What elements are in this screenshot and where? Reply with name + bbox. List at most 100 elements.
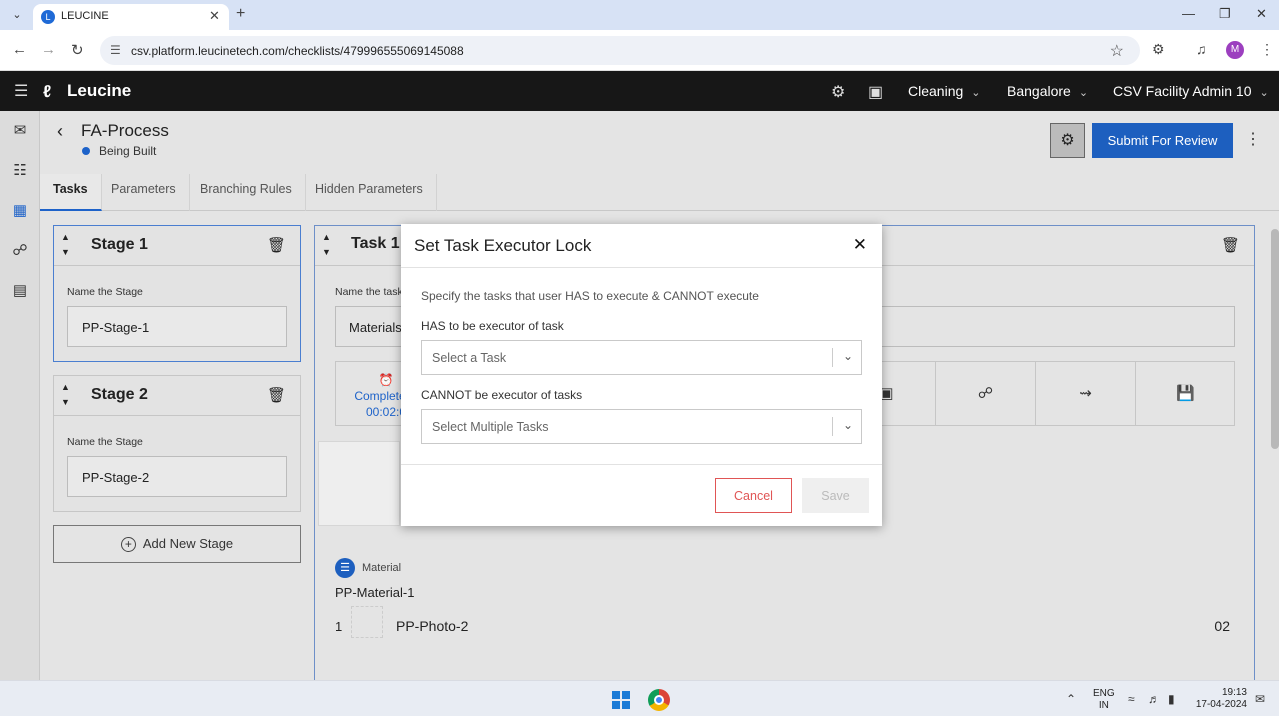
battery-icon[interactable]: ▮	[1168, 692, 1175, 706]
gear-icon: ⚙	[1060, 132, 1075, 149]
delete-trash-icon[interactable]: 🗑	[267, 236, 286, 254]
reorder-arrows-icon[interactable]: ▲ ▼	[322, 230, 331, 260]
leucine-favicon-icon: L	[41, 10, 55, 24]
lang-code: ENG	[1093, 688, 1115, 699]
reports-icon[interactable]: ▤	[10, 281, 30, 301]
chevron-down-icon: ⌄	[1259, 87, 1269, 99]
chevron-down-icon[interactable]: ⌄	[843, 418, 853, 432]
address-bar[interactable]: ☰ csv.platform.leucinetech.com/checklist…	[100, 36, 1140, 65]
ontology-icon[interactable]: ☍	[10, 241, 30, 261]
tab-parameters[interactable]: Parameters	[98, 174, 190, 211]
tab-close-icon[interactable]: ✕	[209, 8, 220, 24]
tab-hidden-parameters[interactable]: Hidden Parameters	[302, 174, 437, 211]
chrome-icon[interactable]	[648, 689, 670, 711]
close-icon[interactable]: ✕	[853, 235, 867, 255]
site-info-icon[interactable]: ☰	[110, 43, 121, 57]
browser-menu-icon[interactable]: ⋮	[1260, 41, 1274, 58]
use-case-selector[interactable]: Cleaning ⌄	[908, 83, 980, 99]
cannot-executor-label: CANNOT be executor of tasks	[421, 388, 583, 402]
material-photo	[351, 606, 383, 638]
stage-card[interactable]: ▲ ▼ Stage 1 🗑 Name the Stage PP-Stage-1	[53, 225, 301, 362]
stage-name-input[interactable]: PP-Stage-1	[67, 306, 287, 347]
back-chevron-icon[interactable]: ‹	[57, 121, 63, 142]
forward-arrow-icon[interactable]: →	[41, 41, 56, 58]
delete-trash-icon[interactable]: 🗑	[267, 386, 286, 404]
reorder-arrows-icon[interactable]: ▲ ▼	[61, 380, 70, 410]
inbox-icon[interactable]: ✉	[10, 121, 30, 141]
status-dot-icon	[82, 147, 90, 155]
modal-footer-divider	[401, 464, 882, 465]
checklist-icon[interactable]: ☷	[10, 161, 30, 181]
stage-name: Stage 2	[91, 386, 148, 403]
stage-field-label: Name the Stage	[67, 286, 143, 298]
task-field-label: Name the task	[335, 286, 403, 298]
browser-toolbar: ← → ↻ ☰ csv.platform.leucinetech.com/che…	[0, 30, 1279, 71]
status-text: Being Built	[99, 144, 157, 158]
extensions-icon[interactable]: ⚙	[1152, 41, 1165, 58]
media-thumbnail[interactable]	[318, 441, 400, 526]
close-window-icon[interactable]: ✕	[1256, 6, 1267, 22]
material-index: 1	[335, 619, 343, 634]
notification-bell-icon[interactable]: ✉	[1255, 692, 1265, 706]
select-placeholder: Select Multiple Tasks	[432, 420, 549, 434]
system-clock[interactable]: 19:13 17-04-2024	[1193, 687, 1247, 711]
media-control-icon[interactable]: ♫	[1196, 41, 1207, 57]
page-scrollbar[interactable]	[1271, 229, 1279, 449]
app-logo[interactable]: Leucine	[67, 81, 131, 101]
stage-field-label: Name the Stage	[67, 436, 143, 448]
browser-tab[interactable]: L LEUCINE ✕	[33, 4, 229, 30]
language-indicator[interactable]: ENG IN	[1093, 688, 1115, 712]
restore-icon[interactable]: ❐	[1219, 6, 1231, 22]
tab-search-icon[interactable]: ⌄	[8, 6, 26, 24]
stage-header: ▲ ▼ Stage 1 🗑	[54, 226, 300, 266]
material-icon: ☰	[335, 558, 355, 578]
select-divider	[832, 417, 833, 436]
save-button[interactable]: Save	[802, 478, 869, 513]
minimize-icon[interactable]: —	[1182, 6, 1195, 21]
save-template-icon[interactable]: 💾	[1135, 362, 1235, 425]
clock-date: 17-04-2024	[1195, 699, 1247, 710]
tab-tasks[interactable]: Tasks	[40, 174, 102, 211]
stage-card[interactable]: ▲ ▼ Stage 2 🗑 Name the Stage PP-Stage-2	[53, 375, 301, 512]
add-new-stage-button[interactable]: + Add New Stage	[53, 525, 301, 563]
facility-selector[interactable]: Bangalore ⌄	[1007, 83, 1088, 99]
tray-chevron-up-icon[interactable]: ⌃	[1066, 692, 1076, 706]
scan-icon[interactable]: ▣	[868, 82, 883, 102]
delete-trash-icon[interactable]: 🗑	[1221, 236, 1240, 254]
new-tab-icon[interactable]: +	[236, 5, 245, 23]
volume-icon[interactable]: ♬	[1148, 692, 1160, 706]
more-options-icon[interactable]: ⋮	[1245, 129, 1261, 149]
windows-start-icon[interactable]	[612, 691, 630, 709]
chevron-down-icon[interactable]: ⌄	[843, 349, 853, 363]
material-quantity: 02	[1214, 618, 1230, 634]
reorder-arrows-icon[interactable]: ▲ ▼	[61, 230, 70, 260]
profile-avatar[interactable]: M	[1226, 41, 1244, 59]
submit-for-review-button[interactable]: Submit For Review	[1092, 123, 1233, 158]
has-executor-select[interactable]: Select a Task ⌄	[421, 340, 862, 375]
stage-name: Stage 1	[91, 236, 148, 253]
material-photo-name: PP-Photo-2	[396, 618, 469, 634]
add-stage-label: Add New Stage	[142, 536, 234, 551]
settings-gear-icon[interactable]: ⚙	[831, 82, 845, 102]
hamburger-menu-icon[interactable]: ☰	[14, 81, 28, 101]
cannot-executor-select[interactable]: Select Multiple Tasks ⌄	[421, 409, 862, 444]
app-header: ☰ ℓ Leucine ⚙ ▣ Cleaning ⌄ Bangalore ⌄ CSV…	[0, 71, 1279, 111]
user-selector[interactable]: CSV Facility Admin 10 ⌄	[1113, 83, 1269, 99]
hierarchy-icon[interactable]: ☍	[935, 362, 1035, 425]
modal-header: Set Task Executor Lock ✕	[401, 224, 882, 268]
modal-title: Set Task Executor Lock	[414, 236, 592, 255]
bookmark-star-icon[interactable]: ☆	[1110, 41, 1124, 61]
back-arrow-icon[interactable]: ←	[12, 41, 27, 58]
branching-icon[interactable]: ⇝	[1035, 362, 1135, 425]
tab-branching-rules[interactable]: Branching Rules	[187, 174, 306, 211]
page-title: FA-Process	[81, 121, 169, 140]
browser-tabstrip: ⌄ L LEUCINE ✕ + — ❐ ✕	[0, 0, 1279, 30]
stage-name-input[interactable]: PP-Stage-2	[67, 456, 287, 497]
cancel-button[interactable]: Cancel	[715, 478, 792, 513]
reload-icon[interactable]: ↻	[71, 41, 84, 59]
process-settings-button[interactable]: ⚙	[1050, 123, 1085, 158]
wifi-icon[interactable]: ≈	[1128, 692, 1135, 706]
process-icon[interactable]: ▦	[10, 201, 30, 221]
task-name: Task 1	[351, 235, 400, 252]
select-placeholder: Select a Task	[432, 351, 507, 365]
